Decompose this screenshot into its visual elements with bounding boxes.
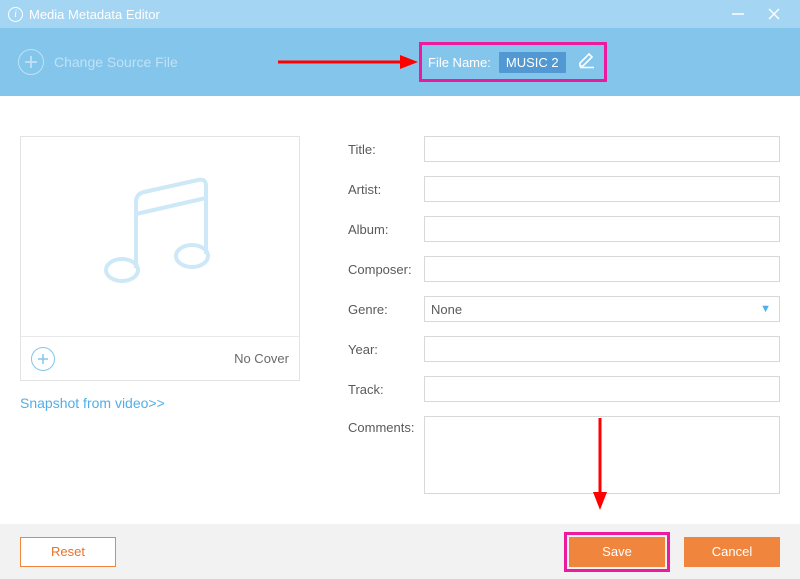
track-label: Track:	[348, 382, 424, 397]
title-label: Title:	[348, 142, 424, 157]
year-label: Year:	[348, 342, 424, 357]
toolbar: Change Source File File Name: MUSIC 2	[0, 28, 800, 96]
pencil-icon[interactable]	[578, 51, 596, 74]
music-note-icon	[90, 172, 230, 302]
genre-label: Genre:	[348, 302, 424, 317]
filename-value[interactable]: MUSIC 2	[499, 52, 566, 73]
main-content: No Cover Snapshot from video>> Title: Ar…	[0, 96, 800, 492]
minimize-button[interactable]	[720, 0, 756, 28]
track-input[interactable]	[424, 376, 780, 402]
cover-placeholder	[21, 137, 299, 336]
artist-input[interactable]	[424, 176, 780, 202]
footer: Reset Save Cancel	[0, 524, 800, 579]
filename-group: File Name: MUSIC 2	[419, 42, 607, 82]
comments-label: Comments:	[348, 416, 424, 494]
fields-panel: Title: Artist: Album: Composer: Genre: N…	[320, 136, 780, 492]
chevron-down-icon: ▼	[760, 303, 771, 315]
save-button[interactable]: Save	[569, 537, 665, 567]
album-input[interactable]	[424, 216, 780, 242]
info-icon: i	[8, 7, 23, 22]
year-input[interactable]	[424, 336, 780, 362]
snapshot-link[interactable]: Snapshot from video>>	[20, 395, 320, 411]
filename-label: File Name:	[428, 55, 491, 70]
title-input[interactable]	[424, 136, 780, 162]
cancel-button[interactable]: Cancel	[684, 537, 780, 567]
window-title: Media Metadata Editor	[29, 7, 160, 22]
close-button[interactable]	[756, 0, 792, 28]
artist-label: Artist:	[348, 182, 424, 197]
no-cover-label: No Cover	[234, 351, 289, 366]
composer-input[interactable]	[424, 256, 780, 282]
genre-selected: None	[431, 302, 462, 317]
annotation-arrow-icon	[590, 418, 610, 510]
composer-label: Composer:	[348, 262, 424, 277]
add-file-icon[interactable]	[18, 49, 44, 75]
titlebar: i Media Metadata Editor	[0, 0, 800, 28]
annotation-arrow-icon	[278, 52, 418, 72]
genre-select[interactable]: None ▼	[424, 296, 780, 322]
album-label: Album:	[348, 222, 424, 237]
annotation-highlight: Save	[564, 532, 670, 572]
add-cover-icon[interactable]	[31, 347, 55, 371]
reset-button[interactable]: Reset	[20, 537, 116, 567]
cover-art-box: No Cover	[20, 136, 300, 381]
change-source-link[interactable]: Change Source File	[54, 54, 178, 70]
